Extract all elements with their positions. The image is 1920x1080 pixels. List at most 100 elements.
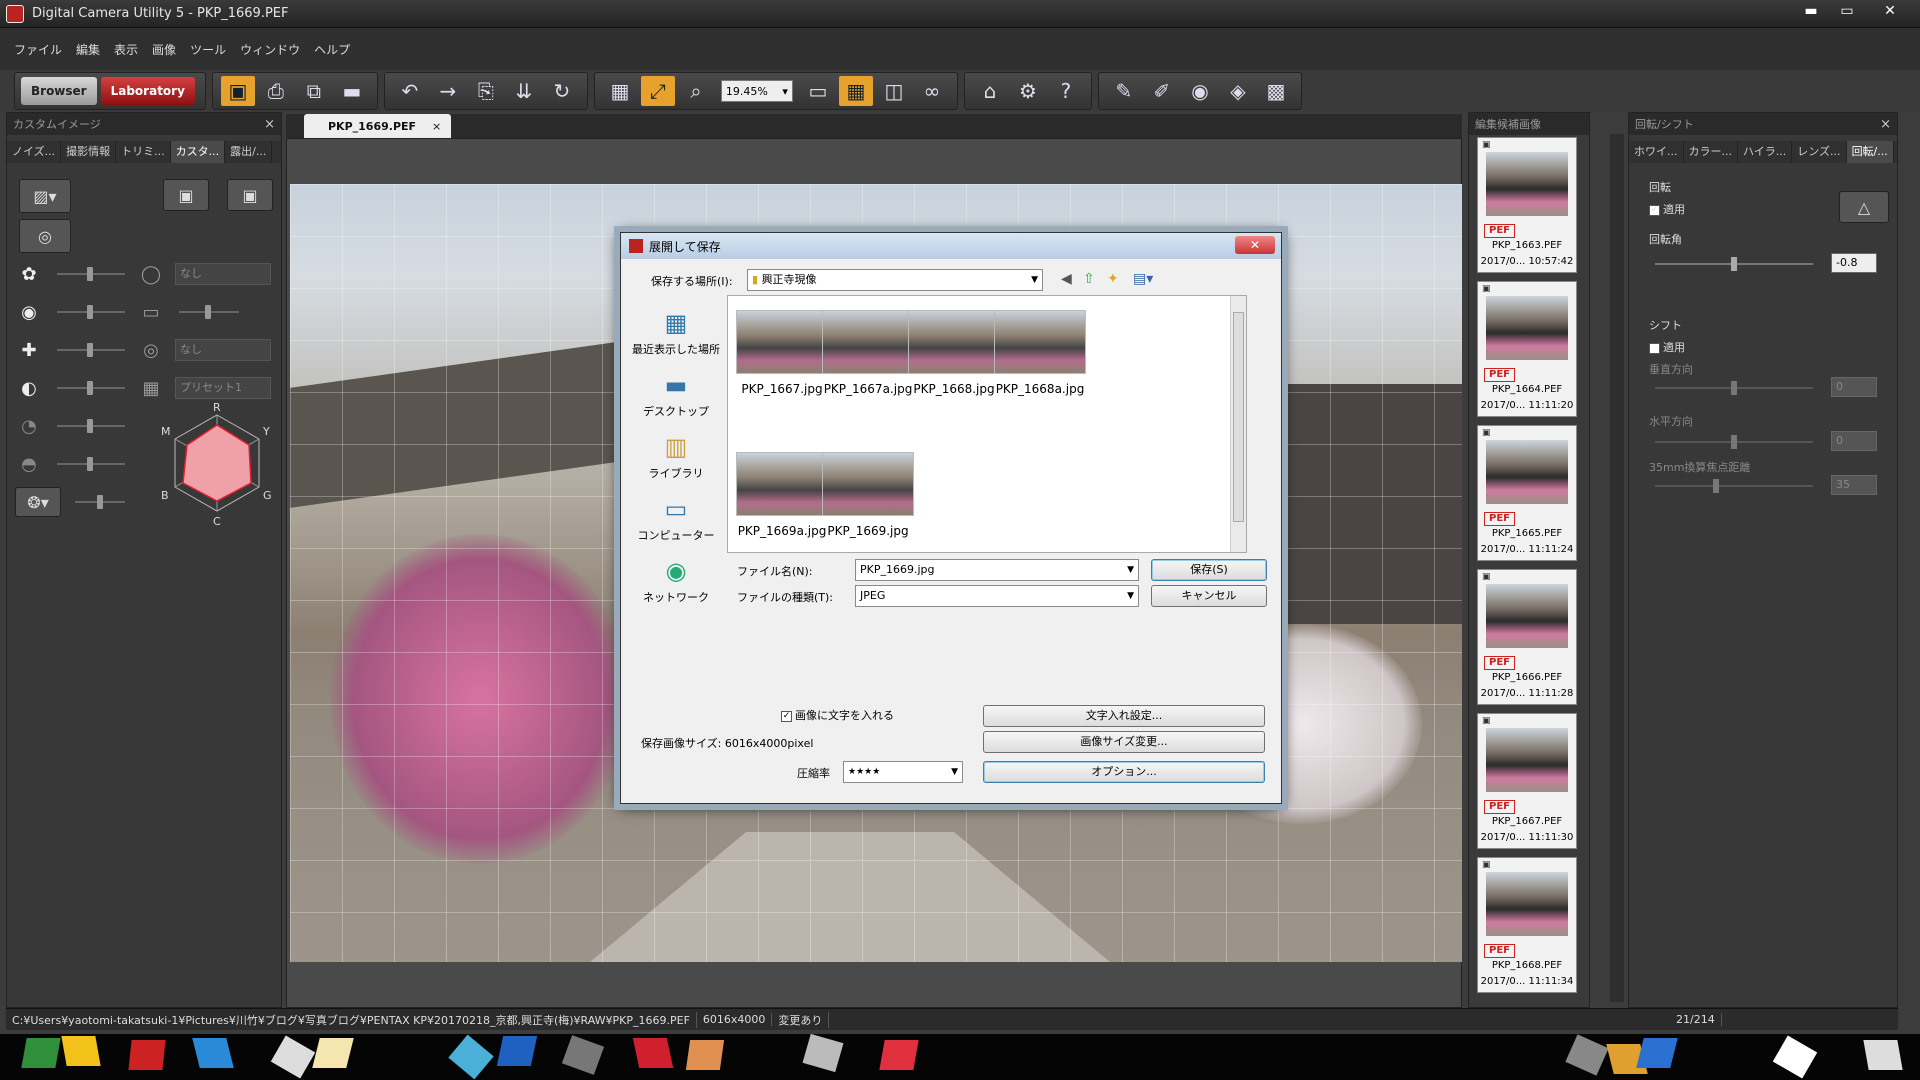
- tab-highlight[interactable]: ハイラ...: [1738, 141, 1793, 163]
- preset-select[interactable]: プリセット1: [175, 377, 271, 399]
- thumbnail-grid-icon[interactable]: ▦: [838, 76, 873, 106]
- focal-length-input[interactable]: 35: [1831, 475, 1877, 495]
- film-item[interactable]: ▣ PEF PKP_1668.PEF 2017/0... 11:11:34: [1477, 857, 1577, 993]
- highlight-slider[interactable]: [57, 419, 125, 433]
- image-tone-dropdown[interactable]: ▨▾: [19, 179, 71, 213]
- copy-params-icon[interactable]: ⎘: [469, 76, 503, 106]
- tab-rotate[interactable]: 回転/...: [1846, 141, 1894, 163]
- sharpness-slider[interactable]: [75, 495, 125, 509]
- focal-length-slider[interactable]: [1655, 479, 1813, 493]
- tab-white-balance[interactable]: ホワイ...: [1629, 141, 1684, 163]
- menu-window[interactable]: ウィンドウ: [240, 41, 300, 58]
- resize-button[interactable]: 画像サイズ変更...: [983, 731, 1265, 753]
- tab-lens[interactable]: レンズ...: [1792, 141, 1847, 163]
- close-window-button[interactable]: ✕: [1866, 2, 1914, 22]
- file-item[interactable]: PKP_1667.jpg: [732, 310, 832, 420]
- up-folder-icon[interactable]: ⇧: [1083, 271, 1095, 287]
- document-tab[interactable]: PKP_1669.PEF ×: [304, 114, 452, 138]
- film-item[interactable]: ▣ PEF PKP_1663.PEF 2017/0... 10:57:42: [1477, 137, 1577, 273]
- rotate-angle-input[interactable]: -0.8: [1831, 253, 1877, 273]
- tab-shooting-info[interactable]: 撮影情報: [61, 141, 117, 163]
- shadow-slider[interactable]: [57, 457, 125, 471]
- menu-view[interactable]: 表示: [114, 41, 138, 58]
- horizontal-slider[interactable]: [1655, 435, 1813, 449]
- dialog-close-button[interactable]: ✕: [1235, 236, 1275, 254]
- save-in-select[interactable]: ▮ 興正寺現像 ▼: [747, 269, 1043, 291]
- maximize-button[interactable]: ▭: [1830, 2, 1864, 22]
- home-icon[interactable]: ⌂: [973, 76, 1007, 106]
- shift-apply-checkbox[interactable]: [1649, 342, 1660, 354]
- shift-apply-row[interactable]: 適用: [1649, 339, 1685, 355]
- place-computer[interactable]: ▭ コンピューター: [631, 481, 721, 543]
- compare-after-button[interactable]: ▣: [227, 179, 273, 211]
- close-icon[interactable]: ×: [432, 120, 441, 133]
- place-network[interactable]: ◉ ネットワーク: [631, 543, 721, 605]
- file-list[interactable]: PKP_1667.jpg PKP_1667a.jpg PKP_1668.jpg …: [727, 295, 1247, 553]
- file-item[interactable]: PKP_1668a.jpg: [990, 310, 1090, 420]
- preset-button[interactable]: ◎: [19, 219, 71, 253]
- eye-icon[interactable]: ◉: [1183, 76, 1217, 106]
- sharpness-dropdown[interactable]: ❂▾: [15, 487, 61, 517]
- horizontal-input[interactable]: 0: [1831, 431, 1877, 451]
- text-checkbox[interactable]: ✓: [781, 710, 792, 722]
- file-item[interactable]: PKP_1669.jpg: [818, 452, 918, 552]
- filename-input[interactable]: PKP_1669.jpg ▼: [855, 559, 1139, 581]
- menu-tools[interactable]: ツール: [190, 41, 226, 58]
- place-recent[interactable]: ▦ 最近表示した場所: [631, 295, 721, 357]
- filmstrip-scrollbar[interactable]: [1610, 134, 1624, 1002]
- save-button[interactable]: 保存(S): [1151, 559, 1267, 581]
- frame-slider[interactable]: [179, 305, 239, 319]
- help-icon[interactable]: ?: [1049, 76, 1083, 106]
- film-item[interactable]: ▣ PEF PKP_1666.PEF 2017/0... 11:11:28: [1477, 569, 1577, 705]
- menu-help[interactable]: ヘルプ: [314, 41, 350, 58]
- file-item[interactable]: PKP_1667a.jpg: [818, 310, 918, 420]
- gear-icon[interactable]: ⚙: [1011, 76, 1045, 106]
- tab-trim[interactable]: トリミ...: [116, 141, 171, 163]
- view-menu-icon[interactable]: ▤▾: [1133, 271, 1153, 287]
- tab-noise[interactable]: ノイズ...: [7, 141, 62, 163]
- text-settings-button[interactable]: 文字入れ設定...: [983, 705, 1265, 727]
- batch-icon[interactable]: ⧉: [297, 76, 331, 106]
- develop-icon[interactable]: ⎙: [259, 76, 293, 106]
- file-list-scrollbar[interactable]: [1230, 296, 1246, 552]
- rotate-angle-slider[interactable]: [1655, 257, 1813, 271]
- film-item[interactable]: ▣ PEF PKP_1667.PEF 2017/0... 11:11:30: [1477, 713, 1577, 849]
- vertical-slider[interactable]: [1655, 381, 1813, 395]
- back-icon[interactable]: ◀: [1061, 271, 1072, 287]
- close-icon[interactable]: ×: [264, 117, 275, 132]
- film-item[interactable]: ▣ PEF PKP_1664.PEF 2017/0... 11:11:20: [1477, 281, 1577, 417]
- menu-edit[interactable]: 編集: [76, 41, 100, 58]
- vertical-input[interactable]: 0: [1831, 377, 1877, 397]
- menu-image[interactable]: 画像: [152, 41, 176, 58]
- tab-custom[interactable]: カスタ...: [170, 141, 226, 163]
- place-desktop[interactable]: ▬ デスクトップ: [631, 357, 721, 419]
- color-radar-chart[interactable]: R Y G C B M: [157, 401, 277, 531]
- rotate-apply-checkbox[interactable]: ✓: [1649, 204, 1660, 216]
- print-icon[interactable]: ▬: [335, 76, 369, 106]
- text-checkbox-row[interactable]: ✓ 画像に文字を入れる: [781, 707, 894, 723]
- grid-icon[interactable]: ▦: [603, 76, 637, 106]
- qr-icon[interactable]: ▩: [1259, 76, 1293, 106]
- compression-select[interactable]: ★★★★ ▼: [843, 761, 963, 783]
- link-icon[interactable]: ∞: [915, 76, 949, 106]
- laboratory-mode-button[interactable]: Laboratory: [100, 77, 195, 105]
- new-folder-icon[interactable]: ✦: [1107, 271, 1119, 287]
- options-button[interactable]: オプション...: [983, 761, 1265, 783]
- undo-icon[interactable]: ↶: [393, 76, 427, 106]
- redo-icon[interactable]: →: [431, 76, 465, 106]
- file-item[interactable]: PKP_1668.jpg: [904, 310, 1004, 420]
- level-tool-button[interactable]: △: [1839, 191, 1889, 223]
- folder-icon[interactable]: ▭: [801, 76, 835, 106]
- tab-exposure[interactable]: 露出/...: [225, 141, 273, 163]
- rotate-apply-row[interactable]: ✓ 適用: [1649, 201, 1685, 217]
- reset-icon[interactable]: ↻: [545, 76, 579, 106]
- compare-before-button[interactable]: ▣: [163, 179, 209, 211]
- zoom-select[interactable]: 19.45% ▾: [720, 80, 793, 102]
- file-item[interactable]: PKP_1669a.jpg: [732, 452, 832, 552]
- toning-select[interactable]: なし: [175, 339, 271, 361]
- filter-select[interactable]: なし: [175, 263, 271, 285]
- tab-color[interactable]: カラー...: [1684, 141, 1738, 163]
- browser-mode-button[interactable]: Browser: [21, 77, 97, 105]
- hue-slider[interactable]: [57, 305, 125, 319]
- eyedropper-icon[interactable]: ✎: [1107, 76, 1141, 106]
